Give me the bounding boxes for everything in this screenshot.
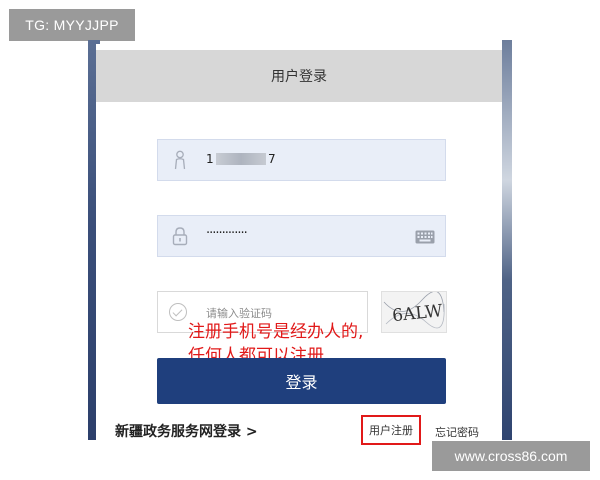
forgot-password-link[interactable]: 忘记密码 [435,424,479,440]
keyboard-icon[interactable] [415,229,435,244]
annotation-line-1: 注册手机号是经办人的, [188,322,364,342]
redacted-phone-digits [216,153,266,165]
register-link[interactable]: 用户注册 [361,415,421,445]
login-card-title: 用户登录 [96,50,502,102]
user-icon [170,149,190,171]
login-card: 用户登录 1 7 ············· 请输入验证码 6ALW 注册手机号… [96,44,502,445]
captcha-placeholder: 请输入验证码 [206,307,272,320]
lock-icon [170,225,190,247]
register-link-label: 用户注册 [369,424,413,437]
site-watermark: www.cross86.com [432,441,590,471]
username-field[interactable]: 1 7 [157,139,446,181]
check-circle-icon [169,303,187,321]
login-button[interactable]: 登录 [157,358,446,404]
tg-watermark: TG: MYYJJPP [9,9,135,41]
username-value: 1 [206,152,214,166]
gov-service-login-link[interactable]: 新疆政务服务网登录 > [115,421,258,441]
password-field[interactable]: ············· [157,215,446,257]
password-value: ············· [206,226,248,241]
background-image-right [502,40,512,440]
username-value-suffix: 7 [268,152,276,166]
